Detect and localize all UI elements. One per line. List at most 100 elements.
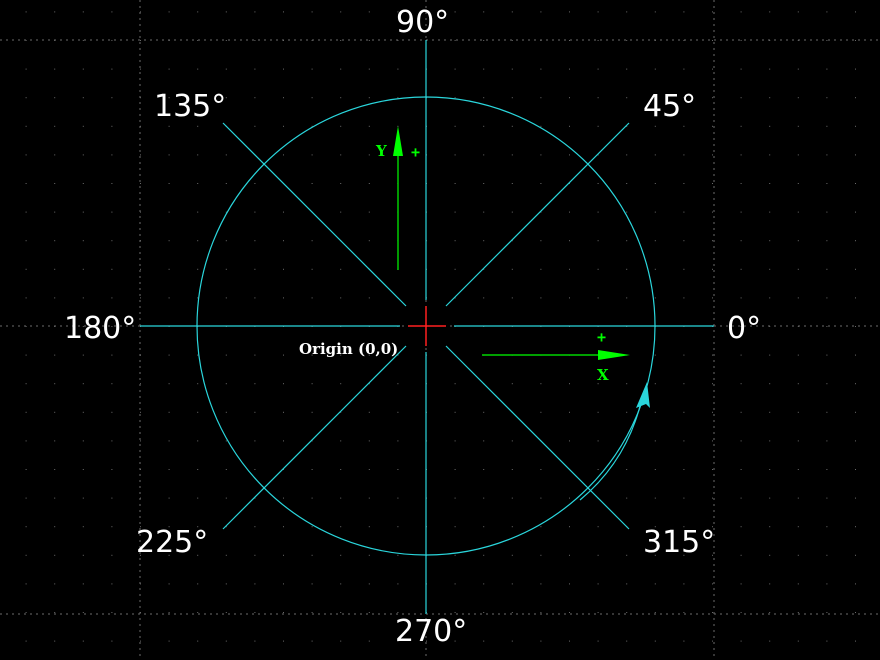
- grid-dot: [254, 11, 256, 13]
- grid-dot: [740, 183, 742, 184]
- grid-dot: [797, 268, 799, 270]
- grid-dot: [483, 240, 485, 242]
- grid-dot: [454, 125, 456, 127]
- grid-dot: [826, 11, 828, 13]
- spoke-225[interactable]: [222, 345, 407, 530]
- grid-dot: [283, 68, 284, 70]
- grid-dot: [82, 612, 84, 613]
- grid-dot: [197, 68, 199, 70]
- grid-dot: [111, 497, 113, 499]
- grid-dot: [25, 97, 27, 99]
- grid-dot: [683, 297, 685, 299]
- grid-dot: [511, 211, 513, 213]
- grid-dot: [769, 11, 771, 13]
- grid-dot: [311, 469, 313, 470]
- grid-dot: [311, 240, 313, 242]
- grid-dot: [597, 469, 599, 470]
- grid-dot: [340, 40, 342, 41]
- cad-drawing-canvas[interactable]: Y + + X Origin (0,0) 90° 45° 135° 180° 0…: [0, 0, 880, 660]
- grid-dot: [140, 411, 141, 413]
- grid-dot: [368, 240, 370, 242]
- grid-dot: [82, 40, 84, 41]
- grid-dot: [54, 211, 56, 213]
- grid-dot: [254, 40, 256, 41]
- grid-dot: [826, 240, 828, 242]
- grid-dot: [368, 40, 370, 41]
- grid-dot: [740, 526, 742, 528]
- grid-dot: [25, 411, 27, 413]
- grid-dot: [511, 97, 513, 99]
- grid-dot: [826, 68, 828, 70]
- grid-dot: [483, 297, 485, 299]
- grid-dot: [740, 469, 742, 470]
- grid-dot: [25, 68, 27, 70]
- grid-dot: [740, 68, 742, 70]
- spoke-45[interactable]: [445, 122, 630, 307]
- grid-dot: [140, 268, 141, 270]
- grid-dot: [25, 383, 27, 385]
- grid-dot: [283, 526, 284, 528]
- grid-dot: [340, 68, 342, 70]
- grid-dot: [855, 583, 856, 585]
- grid-dot: [712, 68, 713, 70]
- grid-dot: [311, 554, 313, 556]
- grid-dot: [283, 268, 284, 270]
- grid-dot: [311, 497, 313, 499]
- grid-dot: [626, 554, 628, 556]
- grid-dot: [540, 11, 542, 13]
- grid-dot: [111, 68, 113, 70]
- y-axis-label: Y: [375, 142, 387, 160]
- grid-dot: [311, 297, 313, 299]
- grid-dot: [54, 268, 56, 270]
- grid-dot: [254, 97, 256, 99]
- grid-dot: [712, 497, 713, 499]
- grid-dot: [140, 440, 141, 442]
- grid-dot: [197, 354, 199, 356]
- grid-dot: [797, 640, 799, 642]
- grid-dot: [25, 612, 27, 613]
- grid-dot: [454, 268, 456, 270]
- grid-dot: [540, 183, 542, 184]
- grid-dot: [111, 554, 113, 556]
- grid-dot: [54, 583, 56, 585]
- grid-dot: [168, 383, 170, 385]
- grid-dot: [340, 268, 342, 270]
- grid-dot: [740, 583, 742, 585]
- grid-dot: [769, 383, 771, 385]
- grid-dot: [683, 154, 685, 156]
- grid-dot: [826, 268, 828, 270]
- grid-dot: [797, 125, 799, 127]
- grid-dot: [569, 297, 570, 299]
- grid-dot: [283, 497, 284, 499]
- grid-dot: [540, 612, 542, 613]
- grid-dot: [540, 583, 542, 585]
- grid-dot: [311, 68, 313, 70]
- grid-dot: [197, 297, 199, 299]
- grid-dot: [225, 411, 227, 413]
- grid-dot: [225, 383, 227, 385]
- grid-dot: [82, 240, 84, 242]
- grid-dot: [511, 154, 513, 156]
- grid-dot: [712, 440, 713, 442]
- grid-dot: [111, 211, 113, 213]
- grid-dot: [597, 583, 599, 585]
- grid-dot: [712, 183, 713, 184]
- grid-dot: [225, 183, 227, 184]
- grid-dot: [797, 411, 799, 413]
- grid-dot: [25, 297, 27, 299]
- grid-dot: [569, 68, 570, 70]
- grid-dot: [168, 211, 170, 213]
- grid-dot: [254, 354, 256, 356]
- grid-dot: [225, 554, 227, 556]
- grid-dot: [769, 554, 771, 556]
- grid-dot: [597, 125, 599, 127]
- grid-dot: [197, 240, 199, 242]
- grid-dot: [340, 554, 342, 556]
- grid-dot: [855, 640, 856, 642]
- grid-dot: [168, 411, 170, 413]
- grid-dot: [454, 612, 456, 613]
- grid-dot: [368, 154, 370, 156]
- grid-dot: [82, 125, 84, 127]
- grid-dot: [225, 497, 227, 499]
- angle-label-135: 135°: [154, 89, 226, 124]
